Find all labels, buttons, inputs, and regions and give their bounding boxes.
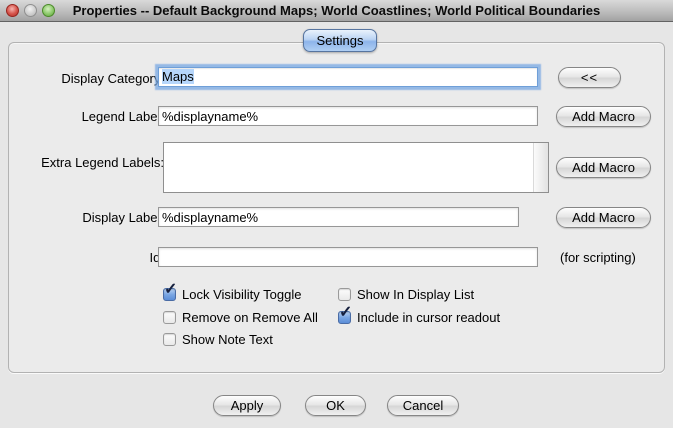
- checkbox-label: Include in cursor readout: [357, 310, 500, 325]
- id-label: Id:: [19, 250, 164, 266]
- for-scripting-note: (for scripting): [560, 250, 636, 265]
- tab-settings[interactable]: Settings: [303, 29, 377, 52]
- checkbox-icon: ✓: [338, 311, 351, 324]
- checkbox-show-in-display-list[interactable]: ✓ Show In Display List: [338, 286, 474, 302]
- checkbox-lock-visibility-toggle[interactable]: ✓ Lock Visibility Toggle: [163, 286, 301, 302]
- id-input[interactable]: [158, 247, 538, 267]
- checkbox-include-in-cursor-readout[interactable]: ✓ Include in cursor readout: [338, 309, 500, 325]
- textarea-scrollbar[interactable]: [533, 143, 548, 192]
- checkbox-remove-on-remove-all[interactable]: ✓ Remove on Remove All: [163, 309, 318, 325]
- checkmark-icon: ✓: [164, 282, 177, 298]
- legend-label-label: Legend Label:: [19, 109, 164, 125]
- properties-window: Properties -- Default Background Maps; W…: [0, 0, 673, 428]
- collapse-button[interactable]: <<: [558, 67, 621, 88]
- checkbox-icon: ✓: [163, 333, 176, 346]
- extra-legend-labels-label: Extra Legend Labels:: [19, 155, 164, 171]
- checkbox-label: Show Note Text: [182, 332, 273, 347]
- checkbox-label: Remove on Remove All: [182, 310, 318, 325]
- settings-groupbox: Display Category: Maps << Legend Label: …: [8, 42, 665, 373]
- checkbox-icon: ✓: [163, 311, 176, 324]
- add-macro-button-legend[interactable]: Add Macro: [556, 106, 651, 127]
- add-macro-button-display[interactable]: Add Macro: [556, 207, 651, 228]
- apply-button[interactable]: Apply: [213, 395, 281, 416]
- display-label-label: Display Label:: [19, 210, 164, 226]
- display-category-value: Maps: [162, 69, 194, 84]
- checkbox-label: Lock Visibility Toggle: [182, 287, 301, 302]
- cancel-button[interactable]: Cancel: [387, 395, 459, 416]
- display-label-input[interactable]: [158, 207, 519, 227]
- display-category-input[interactable]: Maps: [158, 67, 538, 87]
- add-macro-button-extra[interactable]: Add Macro: [556, 157, 651, 178]
- checkmark-icon: ✓: [339, 305, 352, 321]
- checkbox-label: Show In Display List: [357, 287, 474, 302]
- window-title: Properties -- Default Background Maps; W…: [0, 3, 673, 18]
- titlebar[interactable]: Properties -- Default Background Maps; W…: [0, 0, 673, 22]
- ok-button[interactable]: OK: [305, 395, 366, 416]
- display-category-label: Display Category:: [19, 71, 164, 87]
- checkbox-show-note-text[interactable]: ✓ Show Note Text: [163, 331, 273, 347]
- checkbox-icon: ✓: [163, 288, 176, 301]
- extra-legend-labels-textarea[interactable]: [163, 142, 549, 193]
- legend-label-input[interactable]: [158, 106, 538, 126]
- checkbox-icon: ✓: [338, 288, 351, 301]
